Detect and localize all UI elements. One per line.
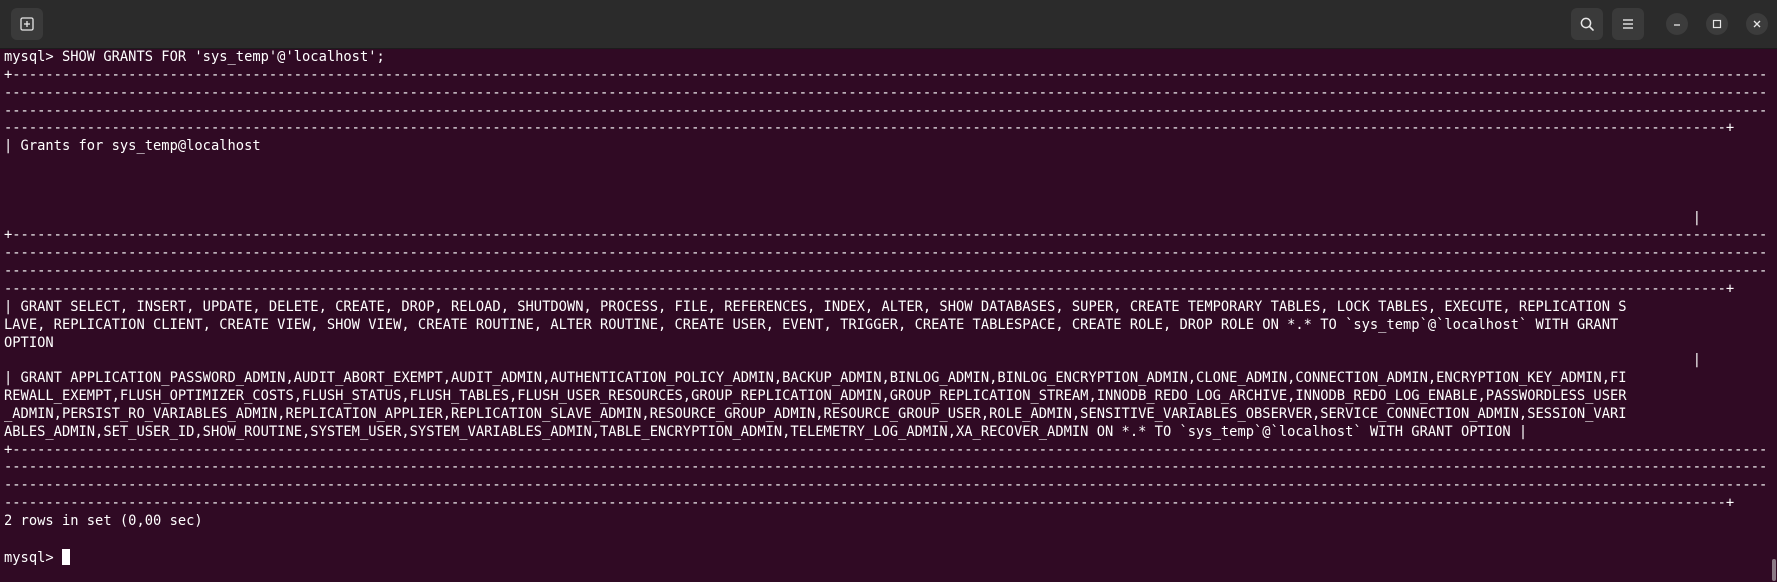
terminal-line: REWALL_EXEMPT,FLUSH_OPTIMIZER_COSTS,FLUS…	[4, 388, 1627, 405]
terminal-line: ----------------------------------------…	[4, 477, 1766, 494]
new-tab-icon	[20, 17, 34, 31]
terminal-line: +---------------------------------------…	[4, 441, 1766, 458]
minimize-button[interactable]	[1666, 13, 1688, 35]
maximize-icon	[1712, 19, 1722, 29]
terminal-line: | GRANT SELECT, INSERT, UPDATE, DELETE, …	[4, 298, 1627, 315]
terminal-line: ----------------------------------------…	[4, 459, 1766, 476]
terminal-line: ----------------------------------------…	[4, 102, 1766, 119]
close-icon	[1753, 20, 1761, 28]
terminal-line: +---------------------------------------…	[4, 227, 1766, 244]
terminal-line: ----------------------------------------…	[4, 84, 1766, 101]
mysql-prompt: mysql>	[4, 549, 62, 566]
hamburger-menu-icon	[1623, 19, 1633, 29]
vertical-scrollbar[interactable]	[1769, 49, 1777, 582]
terminal-line: ----------------------------------------…	[4, 280, 1735, 297]
terminal-line: |	[4, 209, 1702, 226]
scrollbar-thumb[interactable]	[1772, 559, 1776, 581]
text-cursor	[61, 548, 70, 565]
search-icon	[1580, 17, 1594, 31]
terminal-line: ABLES_ADMIN,SET_USER_ID,SHOW_ROUTINE,SYS…	[4, 423, 1528, 440]
active-prompt-line[interactable]: mysql>	[4, 548, 1766, 567]
minimize-icon	[1674, 24, 1680, 26]
close-button[interactable]	[1746, 13, 1768, 35]
terminal-line: ----------------------------------------…	[4, 120, 1735, 137]
terminal-line: OPTION	[4, 334, 54, 351]
terminal-line: LAVE, REPLICATION CLIENT, CREATE VIEW, S…	[4, 316, 1619, 333]
terminal-line: mysql> SHOW GRANTS FOR 'sys_temp'@'local…	[4, 49, 385, 65]
terminal-line: |	[4, 352, 1702, 369]
terminal-line: 2 rows in set (0,00 sec)	[4, 512, 203, 529]
maximize-button[interactable]	[1706, 13, 1728, 35]
terminal-line: | Grants for sys_temp@localhost	[4, 138, 261, 155]
terminal-line: ----------------------------------------…	[4, 263, 1766, 280]
search-button[interactable]	[1571, 8, 1603, 40]
terminal-line: ----------------------------------------…	[4, 245, 1766, 262]
terminal-line: ----------------------------------------…	[4, 495, 1735, 512]
menu-button[interactable]	[1612, 8, 1644, 40]
terminal-window: mysql> SHOW GRANTS FOR 'sys_temp'@'local…	[0, 0, 1777, 582]
terminal-line: +---------------------------------------…	[4, 66, 1766, 83]
terminal-line: _ADMIN,PERSIST_RO_VARIABLES_ADMIN,REPLIC…	[4, 405, 1627, 422]
title-bar	[0, 0, 1777, 49]
terminal-output[interactable]: mysql> SHOW GRANTS FOR 'sys_temp'@'local…	[4, 49, 1766, 579]
terminal-line: | GRANT APPLICATION_PASSWORD_ADMIN,AUDIT…	[4, 370, 1627, 387]
